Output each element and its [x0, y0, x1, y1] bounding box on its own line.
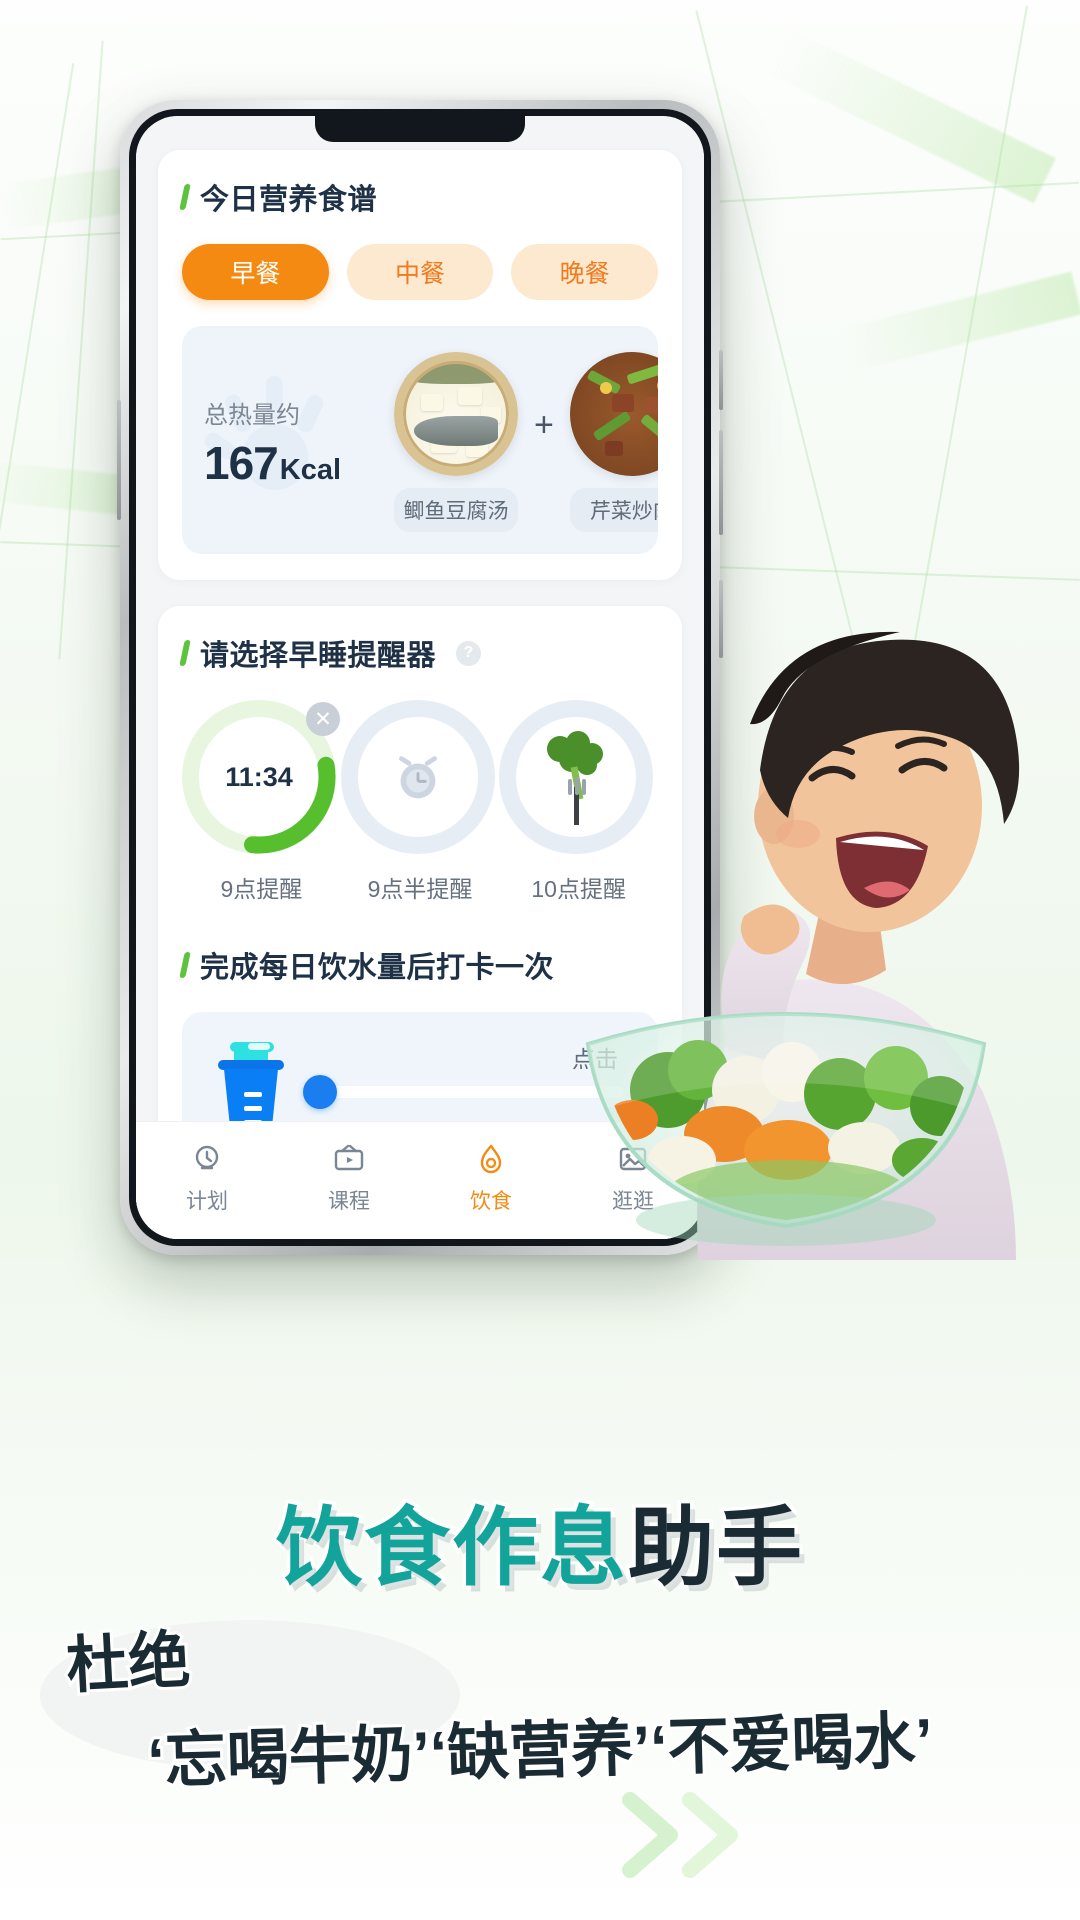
tab-browse-label: 逛逛 [612, 1190, 654, 1213]
promo-headline: 饮食作息助手 [273, 1477, 806, 1602]
bottom-tabbar: 计划 课程 饮食 逛逛 [136, 1121, 704, 1239]
water-slider-track[interactable] [303, 1075, 624, 1109]
sleep-section-title: 请选择早睡提醒器 ? [179, 632, 658, 674]
phone-screen: 今日营养食谱 早餐 中餐 晚餐 总热量约 167 Kcal 鲫鱼豆腐汤 + 芹菜… [136, 116, 704, 1239]
celery-pork-stirfry-image [569, 352, 658, 476]
dish-name: 芹菜炒肉 [569, 488, 658, 532]
phone-notch [315, 116, 525, 142]
bg-streak [764, 26, 1056, 204]
tab-breakfast[interactable]: 早餐 [182, 244, 329, 300]
calorie-panel: 总热量约 167 Kcal 鲫鱼豆腐汤 + 芹菜炒 [182, 326, 658, 554]
calorie-value: 167 [204, 436, 279, 489]
water-section-title: 完成每日饮水量后打卡一次 [179, 944, 658, 986]
calorie-readout: 总热量约 167 Kcal [204, 395, 394, 490]
water-bottle-icon [218, 1042, 284, 1121]
bg-line [58, 40, 104, 660]
chevron-decoration-icon [622, 1792, 738, 1878]
close-icon[interactable]: ✕ [306, 702, 340, 736]
alarm-clock-icon [398, 756, 437, 799]
reminder-label: 10点提醒 [531, 876, 626, 902]
sleep-title-text: 请选择早睡提醒器 [200, 640, 437, 672]
fish-tofu-soup-image [394, 352, 518, 476]
dish-name: 鲫鱼豆腐汤 [394, 488, 518, 532]
dish-item[interactable]: 芹菜炒肉 [569, 352, 658, 532]
course-icon [334, 1144, 364, 1171]
meal-tab-group: 早餐 中餐 晚餐 [182, 244, 659, 300]
promo-subline-right: ‘忘喝牛奶’‘缺营养’‘不爱喝水’ [144, 1704, 937, 1800]
water-slider-knob[interactable] [303, 1075, 337, 1109]
tab-lunch[interactable]: 中餐 [346, 244, 494, 300]
bg-line [0, 63, 75, 597]
promo-headline-teal: 饮食作息 [273, 1497, 630, 1600]
calorie-label: 总热量约 [204, 401, 300, 429]
reminder-option-930pm[interactable]: 9点半提醒 [340, 700, 500, 904]
tab-dinner-label: 晚餐 [559, 260, 610, 288]
promo-subline-left: 杜绝 [62, 1623, 195, 1704]
calorie-unit: Kcal [279, 453, 342, 486]
phone-button-down [719, 430, 723, 535]
phone-volume-left [117, 400, 121, 520]
tab-diet-label: 饮食 [470, 1190, 512, 1213]
phone-power-button [719, 580, 723, 658]
phone-mockup: 今日营养食谱 早餐 中餐 晚餐 总热量约 167 Kcal 鲫鱼豆腐汤 + 芹菜… [117, 100, 723, 1255]
bg-streak [838, 271, 1080, 373]
promo-banner: 饮食作息助手 杜绝 ‘忘喝牛奶’‘缺营养’‘不爱喝水’ [0, 1300, 1080, 1920]
page-title: 今日营养食谱 [200, 184, 378, 216]
dish-list: 鲫鱼豆腐汤 + 芹菜炒 [394, 352, 658, 532]
plan-icon [195, 1145, 219, 1170]
tab-dinner[interactable]: 晚餐 [511, 244, 659, 300]
promo-headline-dark: 助手 [625, 1497, 806, 1600]
water-tracker-panel: 点击 [182, 1012, 658, 1121]
dish-item[interactable]: 鲫鱼豆腐汤 [394, 352, 518, 532]
reminder-label: 9点提醒 [220, 876, 303, 902]
plus-separator: + [534, 405, 554, 444]
app-container: 今日营养食谱 早餐 中餐 晚餐 总热量约 167 Kcal 鲫鱼豆腐汤 + 芹菜… [136, 116, 704, 1239]
tab-plan-label: 计划 [186, 1190, 228, 1213]
tab-plan[interactable]: 计划 [136, 1140, 278, 1215]
title-accent-bar [179, 952, 191, 978]
nutrition-card: 今日营养食谱 早餐 中餐 晚餐 总热量约 167 Kcal 鲫鱼豆腐汤 + 芹菜… [158, 150, 682, 580]
tab-browse[interactable]: 逛逛 [562, 1140, 704, 1215]
tab-diet[interactable]: 饮食 [420, 1140, 562, 1215]
tab-course[interactable]: 课程 [278, 1140, 420, 1215]
reminder-label: 9点半提醒 [367, 876, 473, 902]
title-accent-bar [179, 640, 191, 666]
sleep-and-water-card: 请选择早睡提醒器 ? 11:34 ✕ 9点提醒 9点半提醒 10点提醒 完成每日… [158, 606, 682, 1121]
reminder-time: 11:34 [225, 761, 293, 792]
diet-flame-icon [480, 1144, 502, 1174]
app-scroll-area[interactable]: 今日营养食谱 早餐 中餐 晚餐 总热量约 167 Kcal 鲫鱼豆腐汤 + 芹菜… [136, 116, 704, 1121]
question-mark-icon[interactable]: ? [456, 640, 482, 666]
broccoli-fork-icon [547, 731, 604, 825]
browse-image-icon [619, 1147, 647, 1171]
reminder-option-9pm[interactable]: 11:34 ✕ 9点提醒 [182, 700, 341, 904]
reminder-list: 11:34 ✕ 9点提醒 9点半提醒 10点提醒 [182, 700, 658, 904]
nutrition-section-title: 今日营养食谱 [179, 176, 658, 218]
water-cta-label: 点击 [572, 1046, 618, 1072]
tab-lunch-label: 中餐 [395, 260, 446, 288]
phone-button-up [719, 350, 723, 410]
reminder-option-10pm[interactable]: 10点提醒 [499, 700, 658, 904]
water-title-text: 完成每日饮水量后打卡一次 [200, 952, 555, 984]
tab-course-label: 课程 [328, 1190, 370, 1213]
title-accent-bar [179, 184, 191, 210]
tab-breakfast-label: 早餐 [230, 260, 281, 288]
